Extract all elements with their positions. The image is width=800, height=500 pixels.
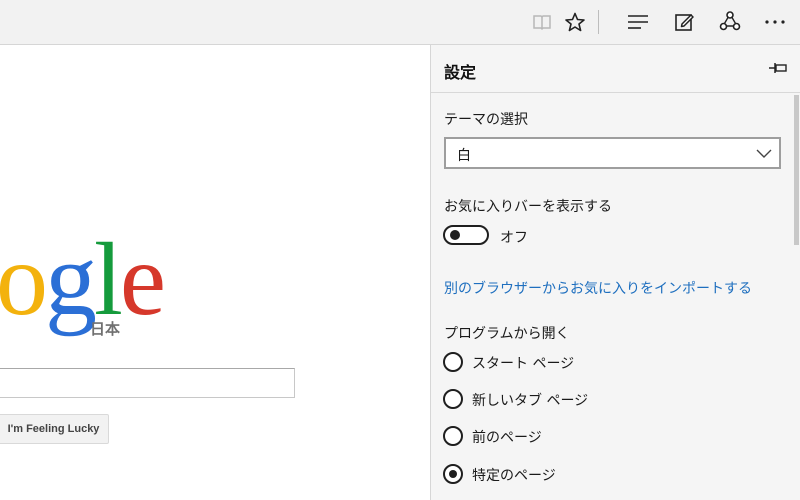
settings-header: 設定	[431, 45, 800, 93]
theme-select-value: 白	[457, 148, 471, 164]
radio-previous-pages[interactable]: 前のページ	[443, 425, 743, 449]
hub-icon[interactable]	[622, 6, 654, 38]
settings-scrollbar[interactable]	[794, 95, 799, 495]
web-note-icon[interactable]	[668, 6, 700, 38]
radio-selected-dot	[449, 470, 457, 478]
feeling-lucky-button[interactable]: I'm Feeling Lucky	[0, 414, 109, 444]
search-input[interactable]	[0, 368, 295, 398]
logo-region-label: 日本	[90, 321, 121, 338]
import-favorites-link[interactable]: 別のブラウザーからお気に入りをインポートする	[444, 278, 752, 298]
web-page: ogle 日本 I'm Feeling Lucky	[0, 45, 430, 500]
theme-label: テーマの選択	[444, 112, 528, 128]
radio-specific-page[interactable]: 特定のページ	[443, 463, 743, 487]
pin-icon[interactable]	[767, 59, 789, 77]
radio-label: 特定のページ	[472, 468, 556, 484]
radio-start-page[interactable]: スタート ページ	[443, 351, 743, 375]
radio-button[interactable]	[443, 464, 463, 484]
open-with-label: プログラムから開く	[444, 326, 570, 342]
radio-label: 新しいタブ ページ	[472, 393, 589, 409]
radio-button[interactable]	[443, 389, 463, 409]
radio-label: 前のページ	[472, 430, 542, 446]
radio-button[interactable]	[443, 426, 463, 446]
browser-toolbar	[0, 0, 800, 45]
toggle-knob	[450, 230, 460, 240]
google-logo: ogle	[0, 222, 166, 337]
radio-button[interactable]	[443, 352, 463, 372]
scrollbar-thumb[interactable]	[794, 95, 799, 245]
chevron-down-icon	[756, 149, 772, 158]
more-icon[interactable]	[759, 6, 791, 38]
reading-view-icon[interactable]	[526, 6, 558, 38]
favorite-star-icon[interactable]	[559, 6, 591, 38]
settings-panel: 設定 テーマの選択 白 お気に入りバーを表示する オフ 別のブラウザーからお気に…	[430, 45, 800, 500]
favorites-bar-toggle[interactable]	[443, 225, 489, 245]
settings-title: 設定	[444, 63, 477, 82]
radio-new-tab-page[interactable]: 新しいタブ ページ	[443, 388, 743, 412]
toolbar-separator	[598, 10, 599, 34]
favorites-bar-label: お気に入りバーを表示する	[444, 199, 612, 215]
share-icon[interactable]	[714, 6, 746, 38]
favorites-bar-state: オフ	[500, 230, 528, 246]
theme-select[interactable]: 白	[444, 137, 781, 169]
radio-label: スタート ページ	[472, 356, 575, 372]
